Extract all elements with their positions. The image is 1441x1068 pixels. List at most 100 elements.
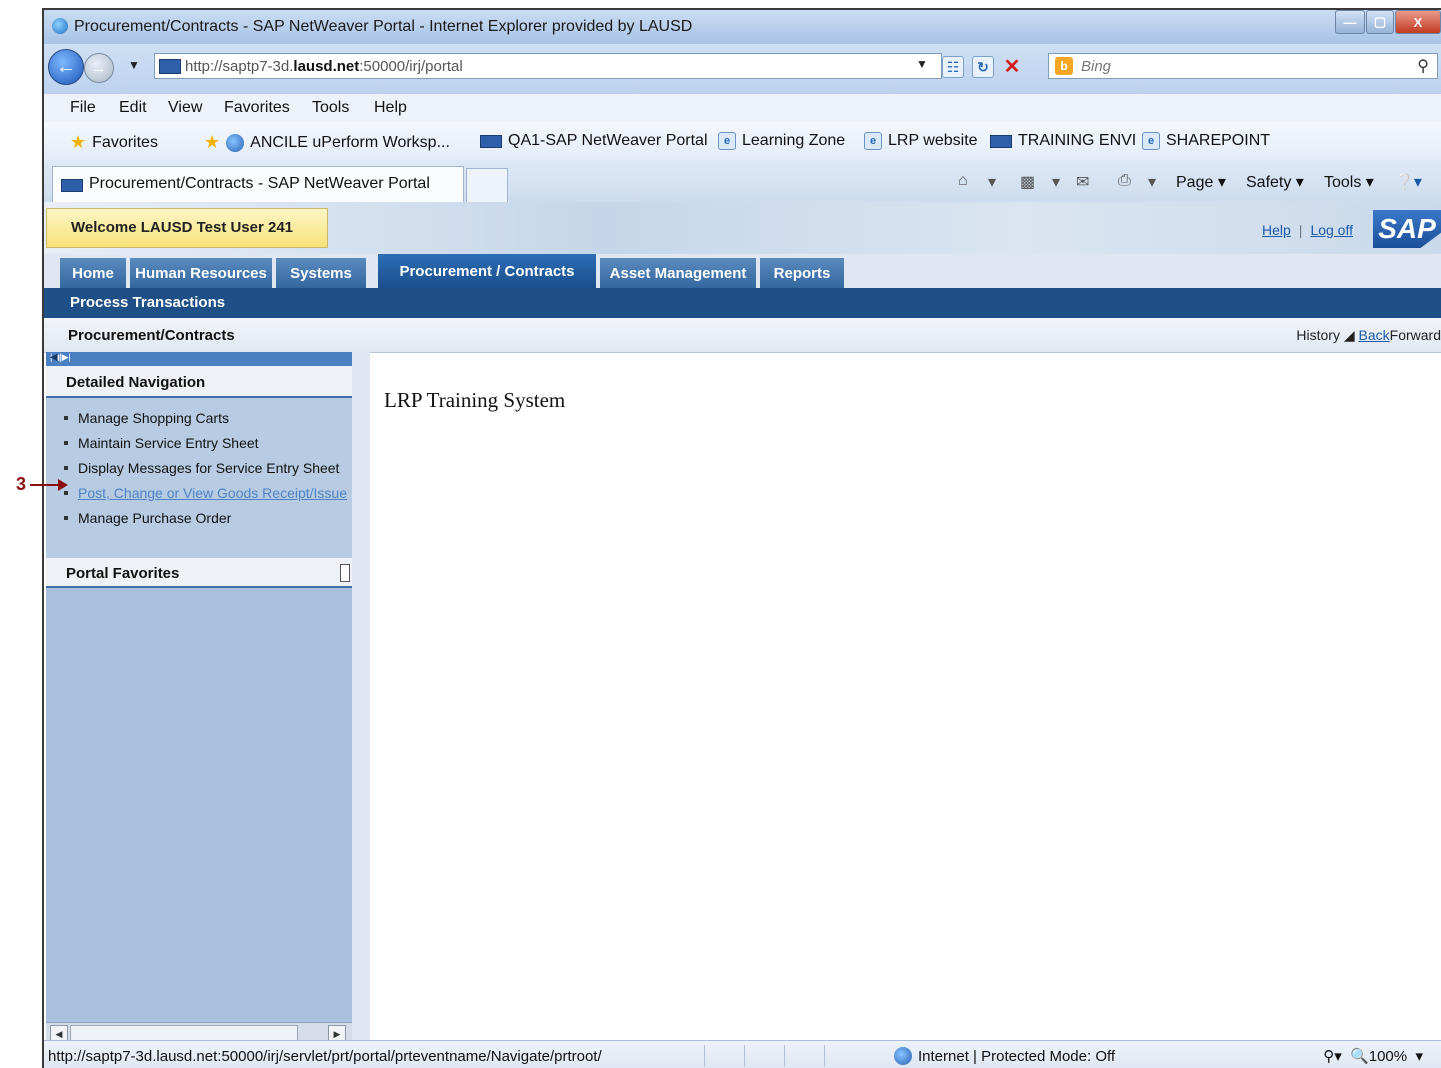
history-link[interactable]: History — [1296, 327, 1340, 343]
panel-divider — [352, 352, 370, 1042]
back-button[interactable]: ← — [48, 49, 84, 85]
portal-header: Welcome LAUSD Test User 241 Help | Log off… — [44, 202, 1441, 254]
address-dropdown-icon[interactable]: ▼ — [916, 57, 928, 71]
menu-favorites[interactable]: Favorites — [224, 99, 290, 117]
fav-sharepoint[interactable]: e SHAREPOINT — [1142, 132, 1270, 150]
nav-item-goods-receipt[interactable]: Post, Change or View Goods Receipt/Issue — [64, 485, 350, 501]
welcome-banner: Welcome LAUSD Test User 241 — [46, 208, 328, 248]
menu-view[interactable]: View — [168, 99, 202, 117]
browser-window: Procurement/Contracts - SAP NetWeaver Po… — [42, 8, 1441, 1068]
stop-icon[interactable]: ✕ — [1002, 56, 1022, 78]
detailed-navigation-list: Manage Shopping Carts Maintain Service E… — [46, 398, 352, 558]
sap-logo: SAP — [1373, 210, 1441, 248]
address-url[interactable]: http://saptp7-3d.lausd.net:50000/irj/por… — [185, 58, 463, 75]
sap-icon — [990, 134, 1012, 148]
favorites-button[interactable]: ★ Favorites — [70, 132, 158, 153]
logoff-link[interactable]: Log off — [1310, 222, 1353, 238]
sap-site-icon — [159, 59, 181, 74]
nav-item-manage-shopping-carts[interactable]: Manage Shopping Carts — [64, 410, 350, 426]
menu-tools[interactable]: Tools — [312, 99, 349, 117]
fav-ancile[interactable]: ★ ANCILE uPerform Worksp... — [204, 132, 450, 153]
subnav-process-transactions[interactable]: Process Transactions — [70, 294, 225, 311]
status-bar: http://saptp7-3d.lausd.net:50000/irj/ser… — [44, 1040, 1441, 1068]
panel-splitter[interactable]: |◀|▶| ◀ — [46, 352, 352, 366]
mail-icon[interactable]: ✉ — [1076, 172, 1089, 192]
menu-file[interactable]: File — [70, 99, 96, 117]
fav-lrp-website[interactable]: e LRP website — [864, 132, 978, 150]
nav-item-manage-purchase-order[interactable]: Manage Purchase Order — [64, 510, 350, 526]
feeds-dropdown-icon[interactable]: ▾ — [1052, 172, 1060, 192]
security-zone[interactable]: Internet | Protected Mode: Off — [894, 1047, 1115, 1065]
fav-qa1-portal[interactable]: QA1-SAP NetWeaver Portal — [480, 132, 708, 150]
nav-item-display-messages[interactable]: Display Messages for Service Entry Sheet — [64, 460, 350, 476]
tab-title: Procurement/Contracts - SAP NetWeaver Po… — [89, 175, 430, 192]
fav-learning-zone[interactable]: e Learning Zone — [718, 132, 845, 150]
header-links: Help | Log off — [1262, 222, 1353, 238]
second-level-navigation: Process Transactions — [44, 288, 1441, 318]
close-button[interactable]: X — [1395, 10, 1441, 34]
window-controls: — ▢ X — [1334, 10, 1441, 34]
minimize-button[interactable]: — — [1335, 10, 1365, 34]
callout-line — [30, 484, 60, 486]
status-url: http://saptp7-3d.lausd.net:50000/irj/ser… — [48, 1048, 602, 1065]
nav-tab-procurement-contracts[interactable]: Procurement / Contracts — [378, 254, 598, 288]
zoom-level[interactable]: ⚲▾ 🔍100% ▾ — [1323, 1047, 1423, 1065]
help-icon[interactable]: ❔▾ — [1394, 172, 1422, 192]
content-area: LRP Training System — [370, 366, 1441, 1042]
forward-link[interactable]: Forward — [1390, 327, 1441, 343]
nav-tab-systems[interactable]: Systems — [276, 258, 368, 288]
address-bar[interactable]: http://saptp7-3d.lausd.net:50000/irj/por… — [154, 53, 942, 79]
nav-tab-asset-management[interactable]: Asset Management — [600, 258, 758, 288]
compatibility-view-icon[interactable]: ☷ — [942, 56, 964, 78]
step-callout-number: 3 — [16, 474, 27, 494]
print-dropdown-icon[interactable]: ▾ — [1148, 172, 1156, 192]
content-heading: LRP Training System — [384, 388, 566, 412]
nav-item-maintain-service-entry-sheet[interactable]: Maintain Service Entry Sheet — [64, 435, 350, 451]
menu-help[interactable]: Help — [374, 99, 407, 117]
navigation-panel: |◀|▶| ◀ Detailed Navigation Manage Shoppi… — [46, 352, 352, 1042]
browser-tab-active[interactable]: Procurement/Contracts - SAP NetWeaver Po… — [52, 166, 464, 202]
menu-edit[interactable]: Edit — [119, 99, 147, 117]
back-link[interactable]: Back — [1359, 327, 1390, 343]
tools-menu[interactable]: Tools ▾ — [1324, 172, 1374, 192]
top-level-navigation: Home Human Resources Systems Procurement… — [44, 254, 1441, 288]
callout-arrow-icon — [58, 479, 68, 491]
history-controls: History ◢ BackForward — [1296, 327, 1441, 343]
search-placeholder[interactable]: Bing — [1081, 58, 1111, 75]
home-dropdown-icon[interactable]: ▾ — [988, 172, 996, 192]
refresh-icon[interactable]: ↻ — [972, 56, 994, 78]
search-icon[interactable]: ⚲ — [1417, 56, 1429, 76]
safety-menu[interactable]: Safety ▾ — [1246, 172, 1304, 192]
address-toolbar: ← → ▼ http://saptp7-3d.lausd.net:50000/i… — [44, 44, 1441, 94]
collapse-panel-icon[interactable]: ◀ — [50, 352, 352, 363]
page-title: Procurement/Contracts — [68, 327, 235, 344]
add-favorite-icon[interactable]: ★ — [204, 132, 220, 153]
fav-training-envi[interactable]: TRAINING ENVI — [990, 132, 1136, 150]
maximize-button[interactable]: ▢ — [1366, 10, 1394, 34]
ie-page-icon: e — [864, 132, 882, 150]
internet-zone-icon — [894, 1047, 912, 1065]
forward-button[interactable]: → — [84, 53, 114, 83]
portal-favorites-header[interactable]: Portal Favorites — [46, 558, 352, 588]
help-link[interactable]: Help — [1262, 222, 1291, 238]
title-bar: Procurement/Contracts - SAP NetWeaver Po… — [44, 10, 1441, 44]
nav-tab-reports[interactable]: Reports — [760, 258, 846, 288]
nav-tab-human-resources[interactable]: Human Resources — [130, 258, 274, 288]
sap-icon — [480, 134, 502, 148]
page-menu[interactable]: Page ▾ — [1176, 172, 1226, 192]
ie-logo-icon — [52, 18, 68, 34]
sap-portal: Welcome LAUSD Test User 241 Help | Log off… — [44, 202, 1441, 1068]
menu-bar: File Edit View Favorites Tools Help — [44, 94, 1441, 123]
favorites-menu-icon[interactable] — [340, 564, 350, 582]
search-box[interactable]: b Bing ⚲ — [1048, 53, 1438, 79]
history-dropdown-icon[interactable]: ▼ — [128, 58, 140, 72]
home-icon[interactable]: ⌂ — [958, 172, 968, 190]
page-title-bar: Procurement/Contracts History ◢ BackForw… — [44, 318, 1441, 353]
feeds-icon[interactable]: ▩ — [1020, 172, 1035, 192]
nav-tab-home[interactable]: Home — [60, 258, 128, 288]
print-icon[interactable]: ⎙ — [1118, 172, 1131, 190]
detailed-navigation-header[interactable]: Detailed Navigation — [46, 366, 352, 398]
globe-icon — [226, 133, 245, 152]
favorites-star-icon: ★ — [70, 132, 87, 152]
new-tab-button[interactable] — [466, 168, 508, 203]
